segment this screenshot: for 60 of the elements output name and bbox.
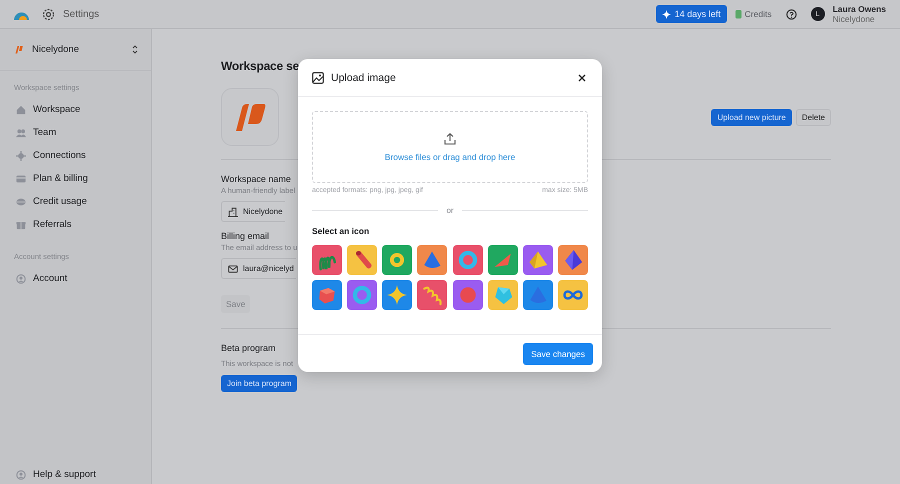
workspace-switcher[interactable]: Nicelydone xyxy=(32,44,124,55)
section-heading: Select an icon xyxy=(312,226,370,236)
sidebar-item[interactable]: Plan & billing xyxy=(0,167,151,190)
user-name: Laura Owens xyxy=(832,4,886,14)
modal-title: Upload image xyxy=(331,72,397,84)
save-changes-button[interactable]: Save changes xyxy=(523,343,593,365)
input-field[interactable]: Nicelydone xyxy=(221,201,285,222)
icon-option[interactable] xyxy=(347,280,378,310)
icon-option[interactable] xyxy=(347,245,378,275)
icon-option[interactable] xyxy=(558,245,588,275)
home-icon xyxy=(16,104,26,114)
icon-option[interactable] xyxy=(417,245,448,275)
chevron-updown-icon xyxy=(132,45,138,54)
sparkle-icon xyxy=(662,10,671,18)
workspace-logo-icon xyxy=(233,102,267,132)
page-title: Settings xyxy=(63,8,100,20)
drop-zone[interactable]: Browse files or drag and drop here xyxy=(312,111,588,183)
icon-option[interactable] xyxy=(382,280,412,310)
page-heading: Workspace se xyxy=(221,59,300,73)
icon-option[interactable] xyxy=(382,245,412,275)
trial-button[interactable]: 14 days left xyxy=(656,5,727,23)
sidebar-item[interactable]: Workspace xyxy=(0,98,151,121)
browse-link[interactable]: Browse files or drag and drop here xyxy=(384,152,516,162)
input-field[interactable]: laura@nicelyd xyxy=(221,258,296,279)
join-beta-button[interactable]: Join beta program xyxy=(221,375,298,392)
sidebar-item[interactable]: Credit usage xyxy=(0,190,151,213)
close-icon xyxy=(578,74,586,82)
icon-option[interactable] xyxy=(452,245,483,275)
icon-option[interactable] xyxy=(452,280,483,310)
section-title: Beta program xyxy=(221,343,277,353)
upload-icon xyxy=(444,132,456,144)
sidebar-item[interactable]: Referrals xyxy=(0,213,151,236)
gift-icon xyxy=(16,220,26,230)
coin-icon xyxy=(16,196,26,206)
upload-picture-button[interactable]: Upload new picture xyxy=(711,108,792,126)
delete-button[interactable]: Delete xyxy=(796,108,831,126)
icon-option[interactable] xyxy=(417,280,448,310)
user-icon xyxy=(16,274,26,284)
settings-icon xyxy=(42,8,55,20)
sidebar-item[interactable]: Connections xyxy=(0,144,151,167)
help-link[interactable]: Help & support xyxy=(33,469,96,480)
people-icon xyxy=(16,128,26,138)
close-button[interactable] xyxy=(576,72,588,84)
field-label: Workspace name xyxy=(221,174,291,184)
icon-option[interactable] xyxy=(522,245,553,275)
field-label: Billing email xyxy=(221,231,270,241)
sidebar-item[interactable]: Team xyxy=(0,121,151,144)
workspace-logo-icon xyxy=(14,45,24,54)
sidebar-item[interactable]: Account xyxy=(0,267,151,290)
divider-label: or xyxy=(446,206,454,215)
user-workspace: Nicelydone xyxy=(832,14,876,24)
cylinder-icon xyxy=(734,9,742,19)
card-icon xyxy=(16,174,26,184)
icon-option[interactable] xyxy=(558,280,588,310)
image-icon xyxy=(312,72,324,84)
credits-label[interactable]: Credits xyxy=(744,9,772,19)
building-icon xyxy=(228,206,238,216)
icon-option[interactable] xyxy=(522,280,553,310)
mail-icon xyxy=(228,264,238,274)
icon-option[interactable] xyxy=(488,245,518,275)
